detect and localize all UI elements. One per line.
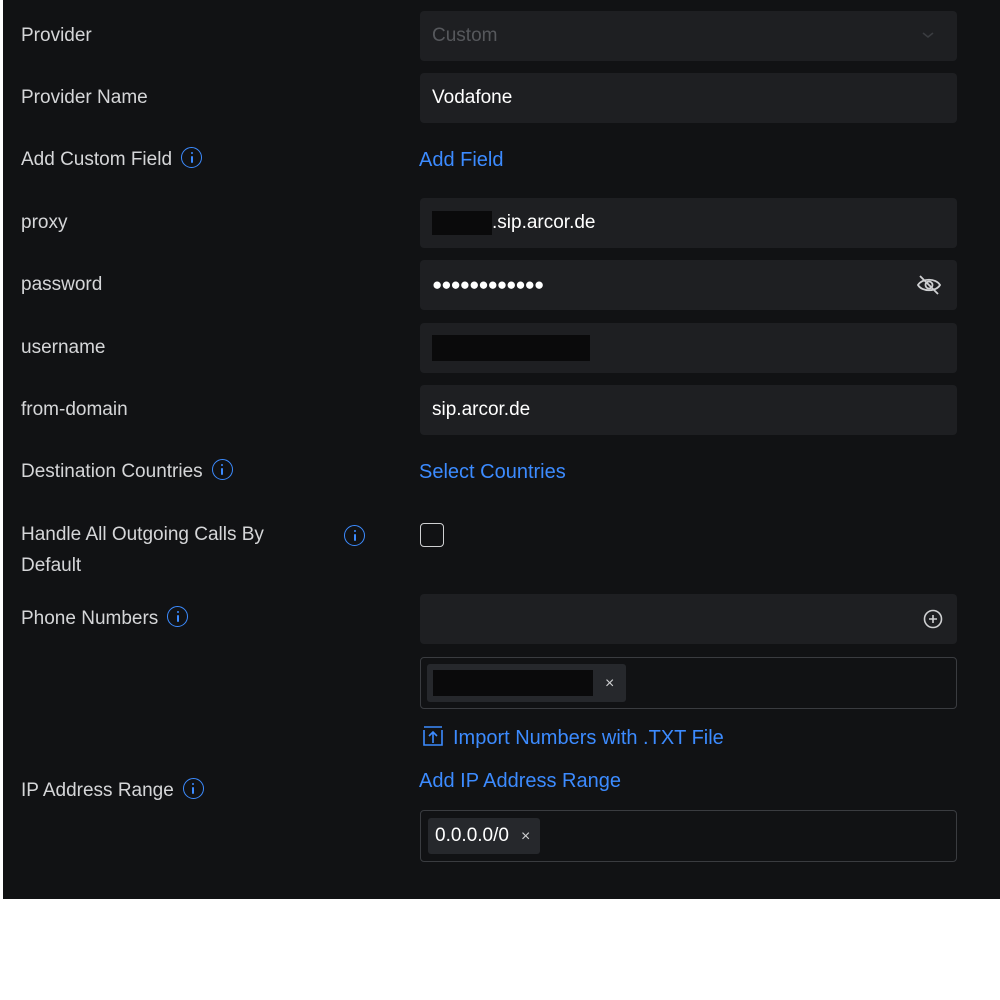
phone-number-chip: × <box>427 664 627 702</box>
redacted-block <box>432 210 492 235</box>
from-domain-label: from-domain <box>21 399 128 420</box>
password-label: password <box>21 274 103 295</box>
proxy-input[interactable]: .sip.arcor.de <box>420 198 957 248</box>
outgoing-default-label-line1: Handle All Outgoing Calls By <box>21 524 264 545</box>
eye-off-icon[interactable] <box>916 273 942 297</box>
plus-circle-icon[interactable] <box>923 609 943 629</box>
provider-select-value: Custom <box>432 25 498 46</box>
provider-name-input[interactable]: Vodafone <box>420 73 957 123</box>
ip-range-label: IP Address Range <box>21 780 174 801</box>
phone-number-input[interactable] <box>420 594 957 644</box>
add-field-link[interactable]: Add Field <box>419 145 504 175</box>
password-value: ●●●●●●●●●●●● <box>432 275 544 294</box>
add-ip-range-link[interactable]: Add IP Address Range <box>419 766 621 796</box>
close-icon[interactable]: × <box>605 675 614 692</box>
ip-range-chip: 0.0.0.0/0 × <box>428 818 541 854</box>
info-icon[interactable] <box>181 147 203 169</box>
upload-icon <box>423 726 443 746</box>
from-domain-value: sip.arcor.de <box>432 399 531 420</box>
outgoing-default-label-line2: Default <box>21 555 82 576</box>
info-icon[interactable] <box>182 778 204 800</box>
phone-numbers-label-row: Phone Numbers <box>21 604 189 634</box>
custom-field-label: Add Custom Field <box>21 149 173 170</box>
password-input[interactable]: ●●●●●●●●●●●● <box>420 260 957 310</box>
ip-range-chip-value: 0.0.0.0/0 <box>435 825 509 846</box>
provider-select[interactable]: Custom <box>420 11 957 61</box>
redacted-block <box>432 334 590 361</box>
import-numbers-link[interactable]: Import Numbers with .TXT File <box>421 723 724 753</box>
username-input[interactable] <box>420 323 957 373</box>
provider-form: Provider Custom Provider Name Vodafone A… <box>3 0 1000 899</box>
info-icon[interactable] <box>211 459 233 481</box>
destination-countries-label-row: Destination Countries <box>21 457 233 487</box>
ip-range-label-row: IP Address Range <box>21 776 204 806</box>
provider-name-value: Vodafone <box>432 87 513 108</box>
username-label: username <box>21 337 106 358</box>
ip-range-chip-list: 0.0.0.0/0 × <box>420 810 957 862</box>
redacted-block <box>433 669 593 696</box>
proxy-label: proxy <box>21 212 68 233</box>
import-numbers-label: Import Numbers with .TXT File <box>453 727 724 749</box>
phone-numbers-label: Phone Numbers <box>21 608 159 629</box>
phone-numbers-chip-list: × <box>420 657 957 709</box>
destination-countries-label: Destination Countries <box>21 461 203 482</box>
info-icon[interactable] <box>167 606 189 628</box>
outgoing-default-checkbox[interactable] <box>420 523 444 547</box>
custom-field-label-row: Add Custom Field <box>21 145 203 175</box>
select-countries-link[interactable]: Select Countries <box>419 457 566 487</box>
info-icon[interactable] <box>344 525 365 546</box>
close-icon[interactable]: × <box>521 828 530 845</box>
from-domain-input[interactable]: sip.arcor.de <box>420 385 957 435</box>
provider-name-label: Provider Name <box>21 87 148 108</box>
chevron-down-icon <box>922 32 934 39</box>
provider-label: Provider <box>21 25 92 46</box>
proxy-value-suffix: .sip.arcor.de <box>492 212 596 233</box>
